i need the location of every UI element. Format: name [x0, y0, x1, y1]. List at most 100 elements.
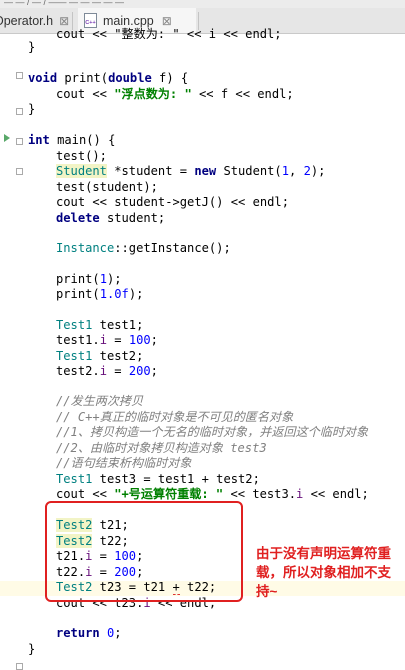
member-field: i: [99, 364, 107, 378]
code-text: ;: [150, 364, 158, 378]
keyword: return: [56, 626, 100, 640]
code-line: cout << "浮点数为: " << f << endl;: [56, 87, 294, 102]
code-text: student;: [99, 211, 166, 225]
close-icon[interactable]: ⊠: [162, 14, 172, 28]
code-line: test();: [56, 149, 107, 164]
keyword: int: [28, 133, 50, 147]
code-text: }: [28, 40, 36, 54]
cpp-file-icon-text: C++: [85, 20, 96, 26]
code-text: << endl;: [303, 487, 369, 501]
code-text: main() {: [49, 133, 116, 147]
number-literal: 2: [303, 164, 311, 178]
code-text: f) {: [151, 71, 189, 85]
code-text: ,: [289, 164, 304, 178]
number-literal: 200: [128, 364, 151, 378]
type-name: Test1: [56, 318, 93, 332]
code-comment: //2、由临时对象拷贝构造对象 test3: [56, 441, 267, 455]
annotation-highlight-box: [45, 501, 243, 602]
code-line: delete student;: [56, 211, 165, 226]
number-literal: 100: [128, 333, 151, 347]
member-field: i: [99, 333, 107, 347]
tab-label: Operator.h: [0, 13, 54, 28]
code-text: << test3.: [223, 487, 297, 501]
code-line: }: [28, 102, 35, 117]
cpp-file-icon: C++: [84, 13, 97, 28]
code-text: );: [128, 287, 144, 301]
code-text: test1.: [56, 333, 100, 347]
annotation-note: 由于没有声明运算符重载，所以对象相加不支持~: [256, 546, 391, 599]
code-line: Instance::getInstance();: [56, 241, 231, 256]
code-line: }: [28, 40, 35, 55]
code-line: test(student);: [56, 180, 158, 195]
keyword: void: [28, 71, 58, 85]
code-line: print(1);: [56, 272, 122, 287]
code-line: Test1 test2;: [56, 349, 143, 364]
code-text: );: [310, 164, 326, 178]
keyword: double: [108, 71, 152, 85]
tab-operator-h[interactable]: Operator.h ⊠: [0, 8, 69, 33]
fold-start-icon[interactable]: [16, 168, 23, 175]
close-icon[interactable]: ⊠: [59, 14, 69, 28]
code-line: test2.i = 200;: [56, 364, 158, 379]
code-line: Test1 test1;: [56, 318, 143, 333]
code-comment: // C++真正的临时对象是不可见的匿名对象: [56, 410, 294, 424]
type-name: Student: [56, 164, 107, 178]
code-line: print(1.0f);: [56, 287, 143, 302]
code-text: print(: [56, 272, 100, 286]
tab-label: main.cpp: [103, 13, 154, 28]
code-text: cout << student->getJ() << endl;: [56, 195, 289, 209]
code-text: cout << "整数为: " << i << endl;: [56, 27, 282, 41]
code-line: cout << "+号运算符重载: " << test3.i << endl;: [56, 487, 369, 502]
code-text: }: [28, 102, 36, 116]
code-line: cout << student->getJ() << endl;: [56, 195, 289, 210]
number-literal: 1.0f: [99, 287, 129, 301]
keyword: new: [194, 164, 217, 178]
fold-end-icon[interactable]: [16, 138, 23, 145]
code-line: void print(double f) {: [28, 71, 188, 86]
code-text: test3 = test1 + test2;: [92, 472, 260, 486]
code-comment: //语句结束析构临时对象: [56, 456, 192, 470]
code-text: ::getInstance();: [114, 241, 231, 255]
fold-start-icon[interactable]: [16, 108, 23, 115]
code-line: int main() {: [28, 133, 115, 148]
number-literal: 1: [99, 272, 107, 286]
string-literal: "浮点数为: ": [114, 87, 192, 101]
code-text: << f << endl;: [191, 87, 294, 101]
type-name: Test1: [56, 349, 93, 363]
code-text: Student(: [216, 164, 282, 178]
code-line: }: [28, 642, 35, 657]
number-literal: 1: [281, 164, 289, 178]
type-name: Test1: [56, 472, 93, 486]
code-line: Student *student = new Student(1, 2);: [56, 164, 325, 179]
code-text: ;: [114, 626, 122, 640]
code-line: cout << "整数为: " << i << endl;: [56, 27, 282, 42]
code-text: test(student);: [56, 180, 158, 194]
code-text: test1;: [92, 318, 144, 332]
code-text: print(: [57, 71, 109, 85]
breadcrumb-text: — — / — / —— — — — — —: [4, 0, 125, 7]
code-text: ;: [150, 333, 158, 347]
code-text: print(: [56, 287, 100, 301]
editor-gutter: [0, 34, 23, 670]
code-comment: //1、拷贝构造一个无名的临时对象，并返回这个临时对象: [56, 425, 369, 439]
code-text: cout <<: [56, 87, 115, 101]
keyword: delete: [56, 211, 100, 225]
code-text: test2;: [92, 349, 144, 363]
run-arrow-icon[interactable]: [4, 134, 10, 142]
code-line: return 0;: [56, 626, 122, 641]
fold-end-icon[interactable]: [16, 663, 23, 670]
code-text: );: [106, 272, 122, 286]
code-text: test();: [56, 149, 107, 163]
type-name: Instance: [56, 241, 115, 255]
code-text: }: [28, 642, 36, 656]
string-literal: "+号运算符重载: ": [114, 487, 224, 501]
code-line: test1.i = 100;: [56, 333, 158, 348]
breadcrumb: — — / — / —— — — — — —: [0, 0, 405, 8]
fold-end-icon[interactable]: [16, 72, 23, 79]
code-text: =: [106, 333, 129, 347]
code-line: Test1 test3 = test1 + test2;: [56, 472, 260, 487]
code-text: *student =: [106, 164, 195, 178]
code-text: =: [106, 364, 129, 378]
code-text: cout <<: [56, 487, 115, 501]
